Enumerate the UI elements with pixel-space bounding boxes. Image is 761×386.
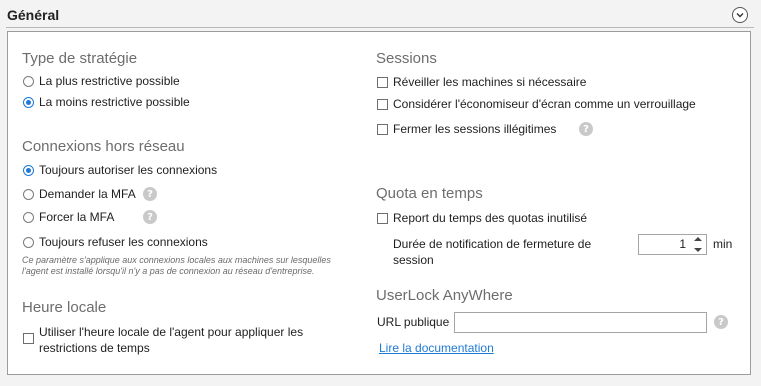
- quota-carryover-checkbox[interactable]: [377, 213, 388, 224]
- general-panel: Type de stratégie La plus restrictive po…: [7, 31, 751, 375]
- stepper-arrows: [691, 235, 705, 254]
- strategy-title: Type de stratégie: [22, 50, 138, 67]
- duration-stepper[interactable]: 1: [638, 234, 707, 255]
- anywhere-title: UserLock AnyWhere: [376, 287, 513, 304]
- duration-value[interactable]: 1: [679, 237, 686, 251]
- duration-label-line1: Durée de notification de fermeture de: [393, 237, 592, 251]
- localtime-title: Heure locale: [22, 299, 107, 316]
- screensaver-lock-checkbox[interactable]: [377, 99, 388, 110]
- radio-ask-mfa[interactable]: [23, 189, 34, 200]
- decrement-arrow-icon[interactable]: [694, 248, 702, 252]
- radio-least-restrictive-label[interactable]: La moins restrictive possible: [39, 95, 190, 109]
- collapse-toggle[interactable]: [732, 7, 748, 23]
- chevron-down-icon: [736, 13, 744, 18]
- help-icon[interactable]: ?: [143, 187, 157, 201]
- close-illegitimate-label[interactable]: Fermer les sessions illégitimes: [393, 122, 556, 136]
- sessions-title: Sessions: [376, 50, 437, 67]
- public-url-input[interactable]: [454, 312, 707, 333]
- radio-always-allow-label[interactable]: Toujours autoriser les connexions: [39, 163, 217, 177]
- radio-always-deny[interactable]: [23, 237, 34, 248]
- help-icon[interactable]: ?: [579, 122, 593, 136]
- close-illegitimate-checkbox[interactable]: [377, 124, 388, 135]
- radio-most-restrictive-label[interactable]: La plus restrictive possible: [39, 74, 180, 88]
- radio-force-mfa[interactable]: [23, 212, 34, 223]
- offline-note: Ce paramètre s'applique aux connexions l…: [22, 255, 331, 276]
- help-icon[interactable]: ?: [714, 315, 728, 329]
- wake-machines-label[interactable]: Réveiller les machines si nécessaire: [393, 75, 586, 89]
- radio-always-allow[interactable]: [23, 165, 34, 176]
- radio-always-deny-label[interactable]: Toujours refuser les connexions: [39, 235, 208, 249]
- section-header: Général: [0, 0, 761, 30]
- radio-least-restrictive[interactable]: [23, 97, 34, 108]
- help-icon[interactable]: ?: [143, 210, 157, 224]
- screensaver-lock-label[interactable]: Considérer l'économiseur d'écran comme u…: [393, 97, 696, 111]
- increment-arrow-icon[interactable]: [694, 237, 702, 241]
- duration-label-line2: session: [393, 253, 434, 267]
- url-label: URL publique: [377, 315, 450, 329]
- localtime-label-line1[interactable]: Utiliser l'heure locale de l'agent pour …: [39, 325, 303, 339]
- radio-force-mfa-label[interactable]: Forcer la MFA: [39, 210, 114, 224]
- quota-title: Quota en temps: [376, 185, 483, 202]
- section-title: Général: [7, 7, 60, 23]
- offline-title: Connexions hors réseau: [22, 138, 185, 155]
- localtime-checkbox[interactable]: [23, 333, 34, 344]
- radio-ask-mfa-label[interactable]: Demander la MFA: [39, 187, 136, 201]
- documentation-link[interactable]: Lire la documentation: [379, 341, 494, 355]
- radio-most-restrictive[interactable]: [23, 76, 34, 87]
- wake-machines-checkbox[interactable]: [377, 77, 388, 88]
- localtime-label-line2[interactable]: restrictions de temps: [39, 341, 150, 355]
- duration-unit: min: [713, 237, 733, 251]
- header-divider: [6, 27, 754, 28]
- quota-carryover-label[interactable]: Report du temps des quotas inutilisé: [393, 211, 587, 225]
